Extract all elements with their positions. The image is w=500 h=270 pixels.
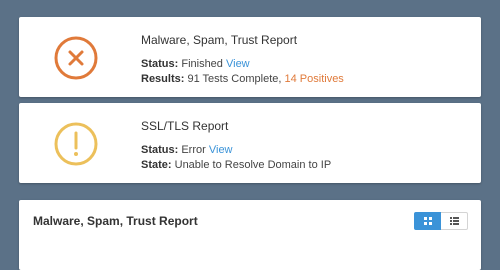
panel-title: Malware, Spam, Trust Report [33, 214, 198, 228]
results-value: 91 Tests Complete, [187, 73, 282, 85]
view-toggle [414, 212, 468, 230]
state-line: State: Unable to Resolve Domain to IP [141, 158, 331, 173]
results-label: Results: [141, 73, 185, 85]
state-label: State: [141, 159, 172, 171]
view-link[interactable]: View [209, 144, 233, 156]
grid-view-icon [423, 217, 432, 225]
x-circle-icon [54, 36, 98, 80]
status-line: Status: Finished View [141, 57, 344, 72]
positives-count: 14 Positives [284, 73, 344, 85]
status-line: Status: Error View [141, 143, 331, 158]
state-value: Unable to Resolve Domain to IP [174, 159, 332, 171]
grid-view-button[interactable] [414, 212, 441, 230]
card-title: SSL/TLS Report [141, 119, 229, 133]
report-panel: Malware, Spam, Trust Report [19, 200, 481, 270]
list-view-button[interactable] [441, 212, 468, 230]
ssl-report-card: SSL/TLS Report Status: Error View State:… [19, 103, 481, 183]
view-link[interactable]: View [226, 58, 250, 70]
exclamation-circle-icon [54, 122, 98, 166]
status-value: Error [181, 144, 206, 156]
status-label: Status: [141, 144, 179, 156]
malware-report-card: Malware, Spam, Trust Report Status: Fini… [19, 17, 481, 97]
results-line: Results: 91 Tests Complete, 14 Positives [141, 72, 344, 87]
card-title: Malware, Spam, Trust Report [141, 33, 298, 47]
status-label: Status: [141, 58, 179, 70]
status-value: Finished [181, 58, 223, 70]
list-view-icon [449, 217, 459, 225]
